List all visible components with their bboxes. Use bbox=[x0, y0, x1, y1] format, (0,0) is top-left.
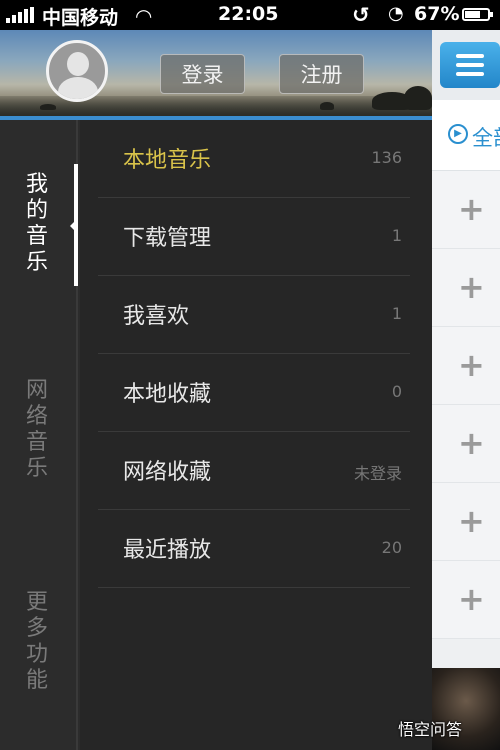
music-menu: 本地音乐 136 下载管理 1 我喜欢 1 本地收藏 0 网络收藏 未登录 最近… bbox=[80, 120, 432, 750]
menu-item-local-collection[interactable]: 本地收藏 0 bbox=[98, 354, 410, 432]
carrier-name: 中国移动 bbox=[42, 7, 119, 29]
hamburger-menu-icon[interactable] bbox=[440, 42, 500, 88]
category-more-features[interactable]: 更多功能 bbox=[22, 590, 52, 694]
list-item[interactable]: + bbox=[432, 171, 500, 249]
banner-tree bbox=[404, 86, 432, 110]
plus-icon[interactable]: + bbox=[458, 427, 485, 459]
menu-item-label: 本地音乐 bbox=[123, 148, 212, 173]
menu-item-favorites[interactable]: 我喜欢 1 bbox=[98, 276, 410, 354]
menu-item-count: 1 bbox=[391, 226, 402, 245]
menu-item-label: 我喜欢 bbox=[123, 304, 190, 329]
plus-icon[interactable]: + bbox=[458, 349, 485, 381]
menu-item-recently-played[interactable]: 最近播放 20 bbox=[98, 510, 410, 588]
battery-icon bbox=[462, 8, 493, 21]
list-item[interactable]: + bbox=[432, 327, 500, 405]
plus-icon[interactable]: + bbox=[458, 193, 485, 225]
menu-item-download-manager[interactable]: 下载管理 1 bbox=[98, 198, 410, 276]
category-online-music[interactable]: 网络音乐 bbox=[22, 378, 52, 482]
active-category-notch bbox=[70, 220, 76, 232]
signal-icon bbox=[6, 7, 34, 23]
menu-item-local-music[interactable]: 本地音乐 136 bbox=[98, 120, 410, 198]
list-item[interactable]: + bbox=[432, 249, 500, 327]
plus-icon[interactable]: + bbox=[458, 583, 485, 615]
category-my-music[interactable]: 我的音乐 bbox=[22, 172, 52, 276]
list-item[interactable]: + bbox=[432, 405, 500, 483]
avatar[interactable] bbox=[46, 40, 108, 102]
menu-item-label: 本地收藏 bbox=[123, 382, 212, 407]
menu-item-count: 未登录 bbox=[353, 464, 402, 483]
clock: 22:05 bbox=[218, 3, 279, 25]
banner-tree bbox=[40, 104, 56, 110]
menu-item-count: 0 bbox=[391, 382, 402, 401]
main-panel-peek[interactable]: ▶ 全部 + + + + + + bbox=[432, 30, 500, 750]
plus-icon[interactable]: + bbox=[458, 271, 485, 303]
menu-item-label: 网络收藏 bbox=[123, 460, 212, 485]
wifi-icon: ◠ bbox=[136, 4, 152, 28]
list-item[interactable]: + bbox=[432, 483, 500, 561]
default-avatar-body bbox=[58, 77, 98, 99]
list-item[interactable]: + bbox=[432, 561, 500, 639]
menu-item-label: 下载管理 bbox=[123, 226, 212, 251]
play-all-label: 全部 bbox=[472, 126, 500, 150]
battery-percentage: 67% bbox=[414, 3, 460, 25]
menu-item-online-collection[interactable]: 网络收藏 未登录 bbox=[98, 432, 410, 510]
category-sidebar: 我的音乐 网络音乐 更多功能 bbox=[0, 120, 80, 750]
main-panel-subbar[interactable]: ▶ 全部 bbox=[432, 100, 500, 171]
plus-icon[interactable]: + bbox=[458, 505, 485, 537]
menu-item-label: 最近播放 bbox=[123, 538, 212, 563]
play-circle-icon[interactable]: ▶ bbox=[448, 124, 468, 144]
banner-tree bbox=[320, 102, 334, 110]
menu-item-count: 20 bbox=[381, 538, 402, 557]
menu-item-count: 136 bbox=[371, 148, 402, 167]
default-avatar-icon bbox=[67, 52, 89, 76]
main-panel-topbar bbox=[432, 30, 500, 100]
watermark: 悟空问答 bbox=[398, 720, 463, 739]
login-button[interactable]: 登录 bbox=[160, 54, 245, 94]
battery-fill bbox=[465, 11, 480, 18]
status-bar: 中国移动 ◠ 22:05 ↺ ◔ 67% bbox=[0, 0, 500, 30]
rotation-lock-icon: ↺ bbox=[352, 3, 370, 27]
menu-item-count: 1 bbox=[391, 304, 402, 323]
register-button[interactable]: 注册 bbox=[279, 54, 364, 94]
alarm-icon: ◔ bbox=[388, 3, 404, 24]
